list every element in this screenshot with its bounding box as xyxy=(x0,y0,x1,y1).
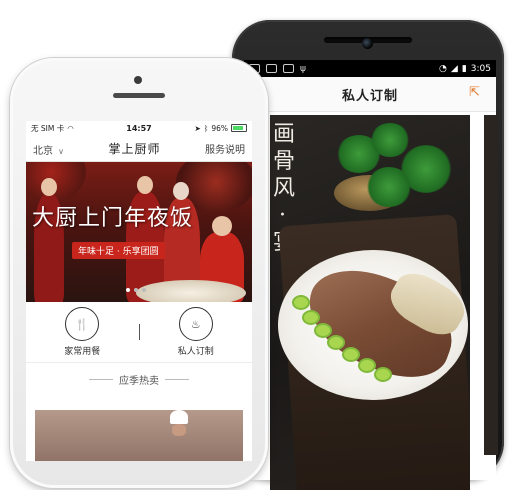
carousel-dot[interactable] xyxy=(142,288,146,292)
banner-tagline: 年味十足 · 乐享团圆 xyxy=(72,242,165,259)
section-title: 应季热卖 xyxy=(119,376,159,387)
pepper-ring xyxy=(327,335,345,350)
utensils-icon: 🍴 xyxy=(65,307,100,341)
battery-icon: ▮ xyxy=(461,63,467,74)
dish-title-char: 风 xyxy=(273,176,296,201)
download-icon xyxy=(283,64,294,73)
pepper-ring xyxy=(292,295,310,310)
chevron-down-icon: ∨ xyxy=(58,146,64,156)
pepper-ring xyxy=(374,367,392,382)
iphone-screen: 无 SIM 卡 ◠ 14:57 ➤ ᛒ 96% 北京 ∨ 掌上厨师 服务说明 大… xyxy=(26,121,252,461)
app-title: 掌上厨师 xyxy=(108,141,161,156)
cloche-icon: ♨ xyxy=(178,307,213,341)
service-info-link[interactable]: 服务说明 xyxy=(205,141,245,156)
pepper-ring xyxy=(342,347,360,362)
iphone: 无 SIM 卡 ◠ 14:57 ➤ ᛒ 96% 北京 ∨ 掌上厨师 服务说明 大… xyxy=(10,58,268,488)
dish-title-char: 骨 xyxy=(273,149,296,174)
usb-icon: ψ xyxy=(300,63,306,74)
page-title: 私人订制 xyxy=(341,88,398,104)
chef-face xyxy=(172,424,186,436)
carousel-dot-active[interactable] xyxy=(126,288,130,292)
bonsai-foliage xyxy=(366,167,412,207)
service-entries: 🍴 家常用餐 ♨ 私人订制 xyxy=(26,302,252,363)
app-nav-bar: 北京 ∨ 掌上厨师 服务说明 xyxy=(26,135,252,162)
seasonal-section-header: 应季热卖 xyxy=(26,372,252,387)
city-selector[interactable]: 北京 ∨ xyxy=(33,139,64,158)
image-icon xyxy=(266,64,277,73)
banner-headline: 大厨上门年夜饭 xyxy=(32,206,194,231)
next-photo-edge xyxy=(484,115,498,455)
battery-icon xyxy=(231,124,247,132)
seasonal-item-photo[interactable] xyxy=(35,410,243,461)
private-order-label: 私人订制 xyxy=(177,347,214,357)
city-label: 北京 xyxy=(33,145,53,157)
pepper-ring xyxy=(302,310,320,325)
section-rule xyxy=(165,379,189,380)
chef-hat xyxy=(170,410,188,424)
home-meal-label: 家常用餐 xyxy=(64,347,101,357)
child-head xyxy=(212,216,232,236)
dish-photo[interactable]: 画 骨 风 · 宴 xyxy=(270,115,470,490)
wifi-icon: ◔ xyxy=(439,63,447,74)
carousel-dots[interactable] xyxy=(126,288,146,292)
dish-title-char: 画 xyxy=(273,122,296,147)
android-status-bar: ψ ◔ ◢ ▮ 3:05 xyxy=(244,60,496,77)
family-member-head xyxy=(137,176,153,194)
home-meal-button[interactable]: 🍴 家常用餐 xyxy=(26,307,139,357)
android-clock: 3:05 xyxy=(470,63,491,74)
android-camera xyxy=(362,38,373,49)
iphone-speaker xyxy=(113,93,165,98)
ios-clock: 14:57 xyxy=(126,123,152,133)
section-rule xyxy=(89,379,113,380)
private-order-button[interactable]: ♨ 私人订制 xyxy=(140,307,253,357)
family-member-head xyxy=(41,178,57,196)
dumpling-tray xyxy=(136,280,246,302)
bonsai-foliage xyxy=(370,123,410,157)
family-member-head xyxy=(173,182,189,200)
signal-icon: ◢ xyxy=(450,63,458,74)
share-icon[interactable]: ⇱ xyxy=(469,86,482,99)
android-header: 回 私人订制 ⇱ xyxy=(244,77,496,112)
pepper-ring xyxy=(358,358,376,373)
ios-status-bar: 无 SIM 卡 ◠ 14:57 ➤ ᛒ 96% xyxy=(26,121,252,135)
promo-banner[interactable]: 大厨上门年夜饭 年味十足 · 乐享团圆 xyxy=(26,162,252,302)
iphone-camera xyxy=(134,76,142,84)
carousel-dot[interactable] xyxy=(134,288,138,292)
